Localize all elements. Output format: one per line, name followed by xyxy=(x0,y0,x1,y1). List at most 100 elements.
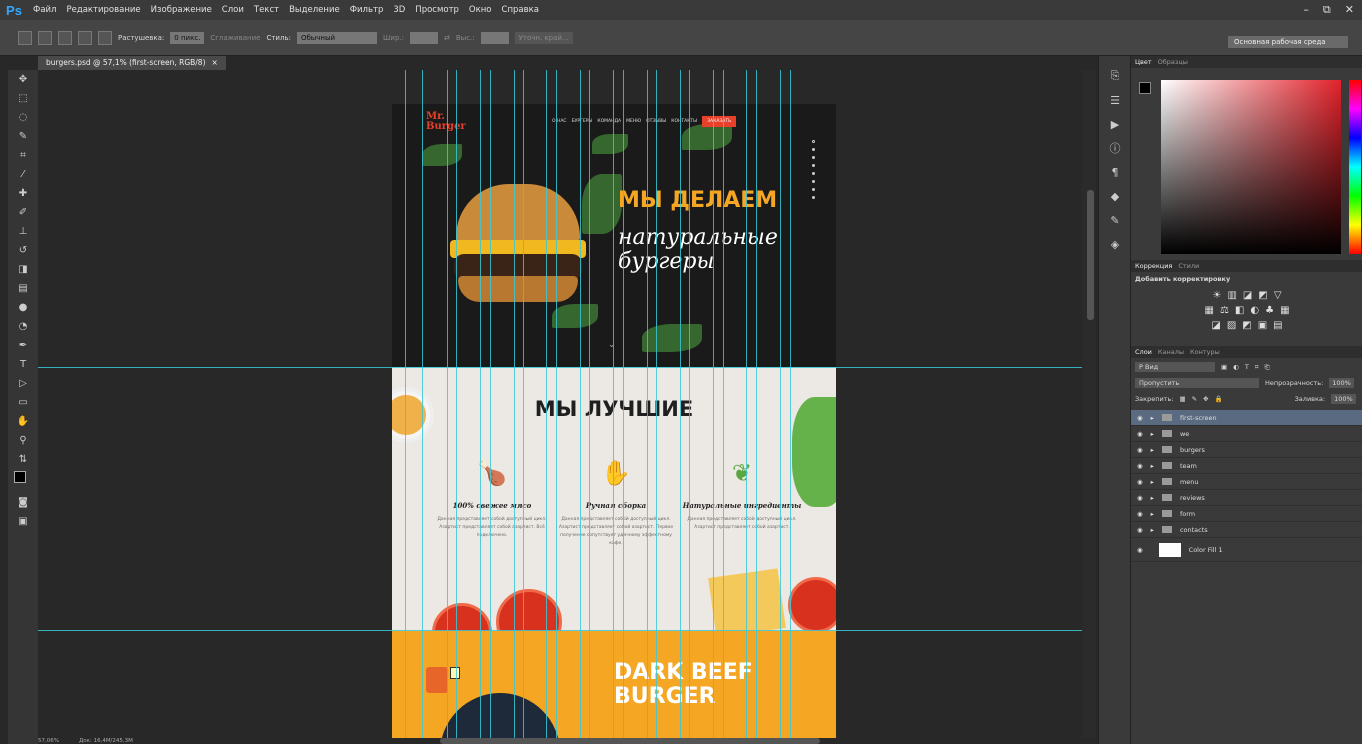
quick-select-tool-icon[interactable]: ✎ xyxy=(8,127,38,146)
layer-row[interactable]: ◉ ▸ first-screen xyxy=(1131,410,1362,426)
filter-type-icon[interactable]: T xyxy=(1245,363,1249,371)
paragraph-icon[interactable]: ¶ xyxy=(1099,160,1131,184)
eye-icon[interactable]: ◉ xyxy=(1137,430,1143,438)
expand-arrow-icon[interactable]: ▸ xyxy=(1151,430,1154,438)
properties-icon[interactable]: ☰ xyxy=(1099,88,1131,112)
info-icon[interactable]: ⓘ xyxy=(1099,136,1131,160)
marquee-tool-icon[interactable]: ⬚ xyxy=(8,89,38,108)
channel-mixer-icon[interactable]: ♣ xyxy=(1265,305,1274,316)
expand-arrow-icon[interactable]: ▸ xyxy=(1151,510,1154,518)
tab-color[interactable]: Цвет xyxy=(1135,58,1152,66)
marquee-preset-icon[interactable] xyxy=(18,30,32,45)
type-tool-icon[interactable]: T xyxy=(8,355,38,374)
slider-dot[interactable] xyxy=(812,180,815,183)
layer-row[interactable]: ◉ ▸ we xyxy=(1131,426,1362,442)
document-canvas[interactable]: Mr. Burger О НАС БУРГЕРЫ КОМАНДА МЕНЮ ОТ… xyxy=(392,104,836,738)
posterize-icon[interactable]: ▨ xyxy=(1227,320,1236,331)
healing-tool-icon[interactable]: ✚ xyxy=(8,184,38,203)
menu-window[interactable]: Окно xyxy=(464,5,497,15)
layer-row[interactable]: ◉ Color Fill 1 xyxy=(1131,538,1362,562)
gradient-tool-icon[interactable]: ▤ xyxy=(8,279,38,298)
gradient-map-icon[interactable]: ▣ xyxy=(1258,320,1267,331)
width-input[interactable] xyxy=(410,31,438,44)
subtract-selection-icon[interactable] xyxy=(78,30,92,45)
menu-image[interactable]: Изображение xyxy=(146,5,217,15)
horizontal-scroll-thumb[interactable] xyxy=(440,738,820,744)
tab-adjustments[interactable]: Коррекция xyxy=(1135,262,1172,270)
curves-icon[interactable]: ◪ xyxy=(1243,290,1252,301)
lock-move-icon[interactable]: ✥ xyxy=(1203,395,1208,403)
fill-input[interactable]: 100% xyxy=(1331,394,1356,404)
filter-pixel-icon[interactable]: ▣ xyxy=(1221,363,1227,371)
layer-comps-icon[interactable]: ◈ xyxy=(1099,232,1131,256)
eye-icon[interactable]: ◉ xyxy=(1137,446,1143,454)
layer-row[interactable]: ◉ ▸ team xyxy=(1131,458,1362,474)
threshold-icon[interactable]: ◩ xyxy=(1242,320,1251,331)
slider-dots[interactable] xyxy=(812,140,816,204)
canvas-area[interactable]: Mr. Burger О НАС БУРГЕРЫ КОМАНДА МЕНЮ ОТ… xyxy=(38,70,1090,738)
height-input[interactable] xyxy=(480,31,509,44)
history-icon[interactable]: ⎘ xyxy=(1099,64,1131,88)
menu-file[interactable]: Файл xyxy=(28,5,61,15)
restore-button[interactable]: ⧉ xyxy=(1323,3,1331,17)
tab-styles[interactable]: Стили xyxy=(1178,262,1199,270)
slider-dot[interactable] xyxy=(812,148,815,151)
filter-smart-icon[interactable]: ⎗ xyxy=(1264,363,1269,372)
eraser-tool-icon[interactable]: ◨ xyxy=(8,260,38,279)
move-tool-icon[interactable]: ✥ xyxy=(8,70,38,89)
tab-swatches[interactable]: Образцы xyxy=(1158,58,1188,66)
eye-icon[interactable]: ◉ xyxy=(1137,414,1143,422)
zoom-tool-icon[interactable]: ⚲ xyxy=(8,431,38,450)
eye-icon[interactable]: ◉ xyxy=(1137,478,1143,486)
add-selection-icon[interactable] xyxy=(58,30,72,45)
color-swatches[interactable] xyxy=(8,469,38,493)
lock-pixels-icon[interactable]: ▦ xyxy=(1179,395,1185,403)
actions-icon[interactable]: ▶ xyxy=(1099,112,1131,136)
foreground-color-icon[interactable] xyxy=(14,471,26,483)
slider-dot-active[interactable] xyxy=(812,140,815,143)
slider-dot[interactable] xyxy=(812,164,815,167)
blend-mode-select[interactable]: Пропустить xyxy=(1135,378,1259,388)
selective-color-icon[interactable]: ▤ xyxy=(1273,320,1282,331)
tab-layers[interactable]: Слои xyxy=(1135,348,1152,356)
filter-shape-icon[interactable]: ⌗ xyxy=(1255,363,1259,372)
exposure-icon[interactable]: ◩ xyxy=(1258,290,1267,301)
brush-tool-icon[interactable]: ✐ xyxy=(8,203,38,222)
intersect-selection-icon[interactable] xyxy=(98,30,112,45)
expand-arrow-icon[interactable]: ▸ xyxy=(1151,414,1154,422)
pen-tool-icon[interactable]: ✒ xyxy=(8,336,38,355)
invert-icon[interactable]: ◪ xyxy=(1211,320,1220,331)
vertical-scroll-thumb[interactable] xyxy=(1087,190,1094,320)
menu-filter[interactable]: Фильтр xyxy=(345,5,389,15)
eye-icon[interactable]: ◉ xyxy=(1137,510,1143,518)
levels-icon[interactable]: ▥ xyxy=(1227,290,1236,301)
order-button[interactable]: ЗАКАЗАТЬ xyxy=(702,116,737,127)
menu-3d[interactable]: 3D xyxy=(388,5,410,15)
slider-dot[interactable] xyxy=(812,156,815,159)
crop-tool-icon[interactable]: ⌗ xyxy=(8,146,38,165)
shape-tool-icon[interactable]: ▭ xyxy=(8,393,38,412)
layer-row[interactable]: ◉ ▸ contacts xyxy=(1131,522,1362,538)
expand-arrow-icon[interactable]: ▸ xyxy=(1151,526,1154,534)
opacity-input[interactable]: 100% xyxy=(1329,378,1354,388)
scroll-down-icon[interactable]: ⌄ xyxy=(608,340,616,350)
path-select-icon[interactable]: ▷ xyxy=(8,374,38,393)
stamp-tool-icon[interactable]: ⊥ xyxy=(8,222,38,241)
3d-icon[interactable]: ◆ xyxy=(1099,184,1131,208)
blur-tool-icon[interactable]: ● xyxy=(8,298,38,317)
lasso-tool-icon[interactable]: ◌ xyxy=(8,108,38,127)
expand-arrow-icon[interactable]: ▸ xyxy=(1151,478,1154,486)
menu-help[interactable]: Справка xyxy=(497,5,544,15)
menu-edit[interactable]: Редактирование xyxy=(61,5,145,15)
eye-icon[interactable]: ◉ xyxy=(1137,462,1143,470)
swap-icon[interactable]: ⇄ xyxy=(444,34,450,42)
menu-layers[interactable]: Слои xyxy=(217,5,249,15)
quick-mask-icon[interactable]: ◙ xyxy=(8,493,38,512)
dodge-tool-icon[interactable]: ◔ xyxy=(8,317,38,336)
slider-dot[interactable] xyxy=(812,188,815,191)
eye-icon[interactable]: ◉ xyxy=(1137,494,1143,502)
vertical-scrollbar[interactable] xyxy=(1082,70,1096,738)
hue-sat-icon[interactable]: ▦ xyxy=(1204,305,1213,316)
zoom-level[interactable]: 57,06% xyxy=(38,738,59,744)
hand-tool-icon[interactable]: ✋ xyxy=(8,412,38,431)
